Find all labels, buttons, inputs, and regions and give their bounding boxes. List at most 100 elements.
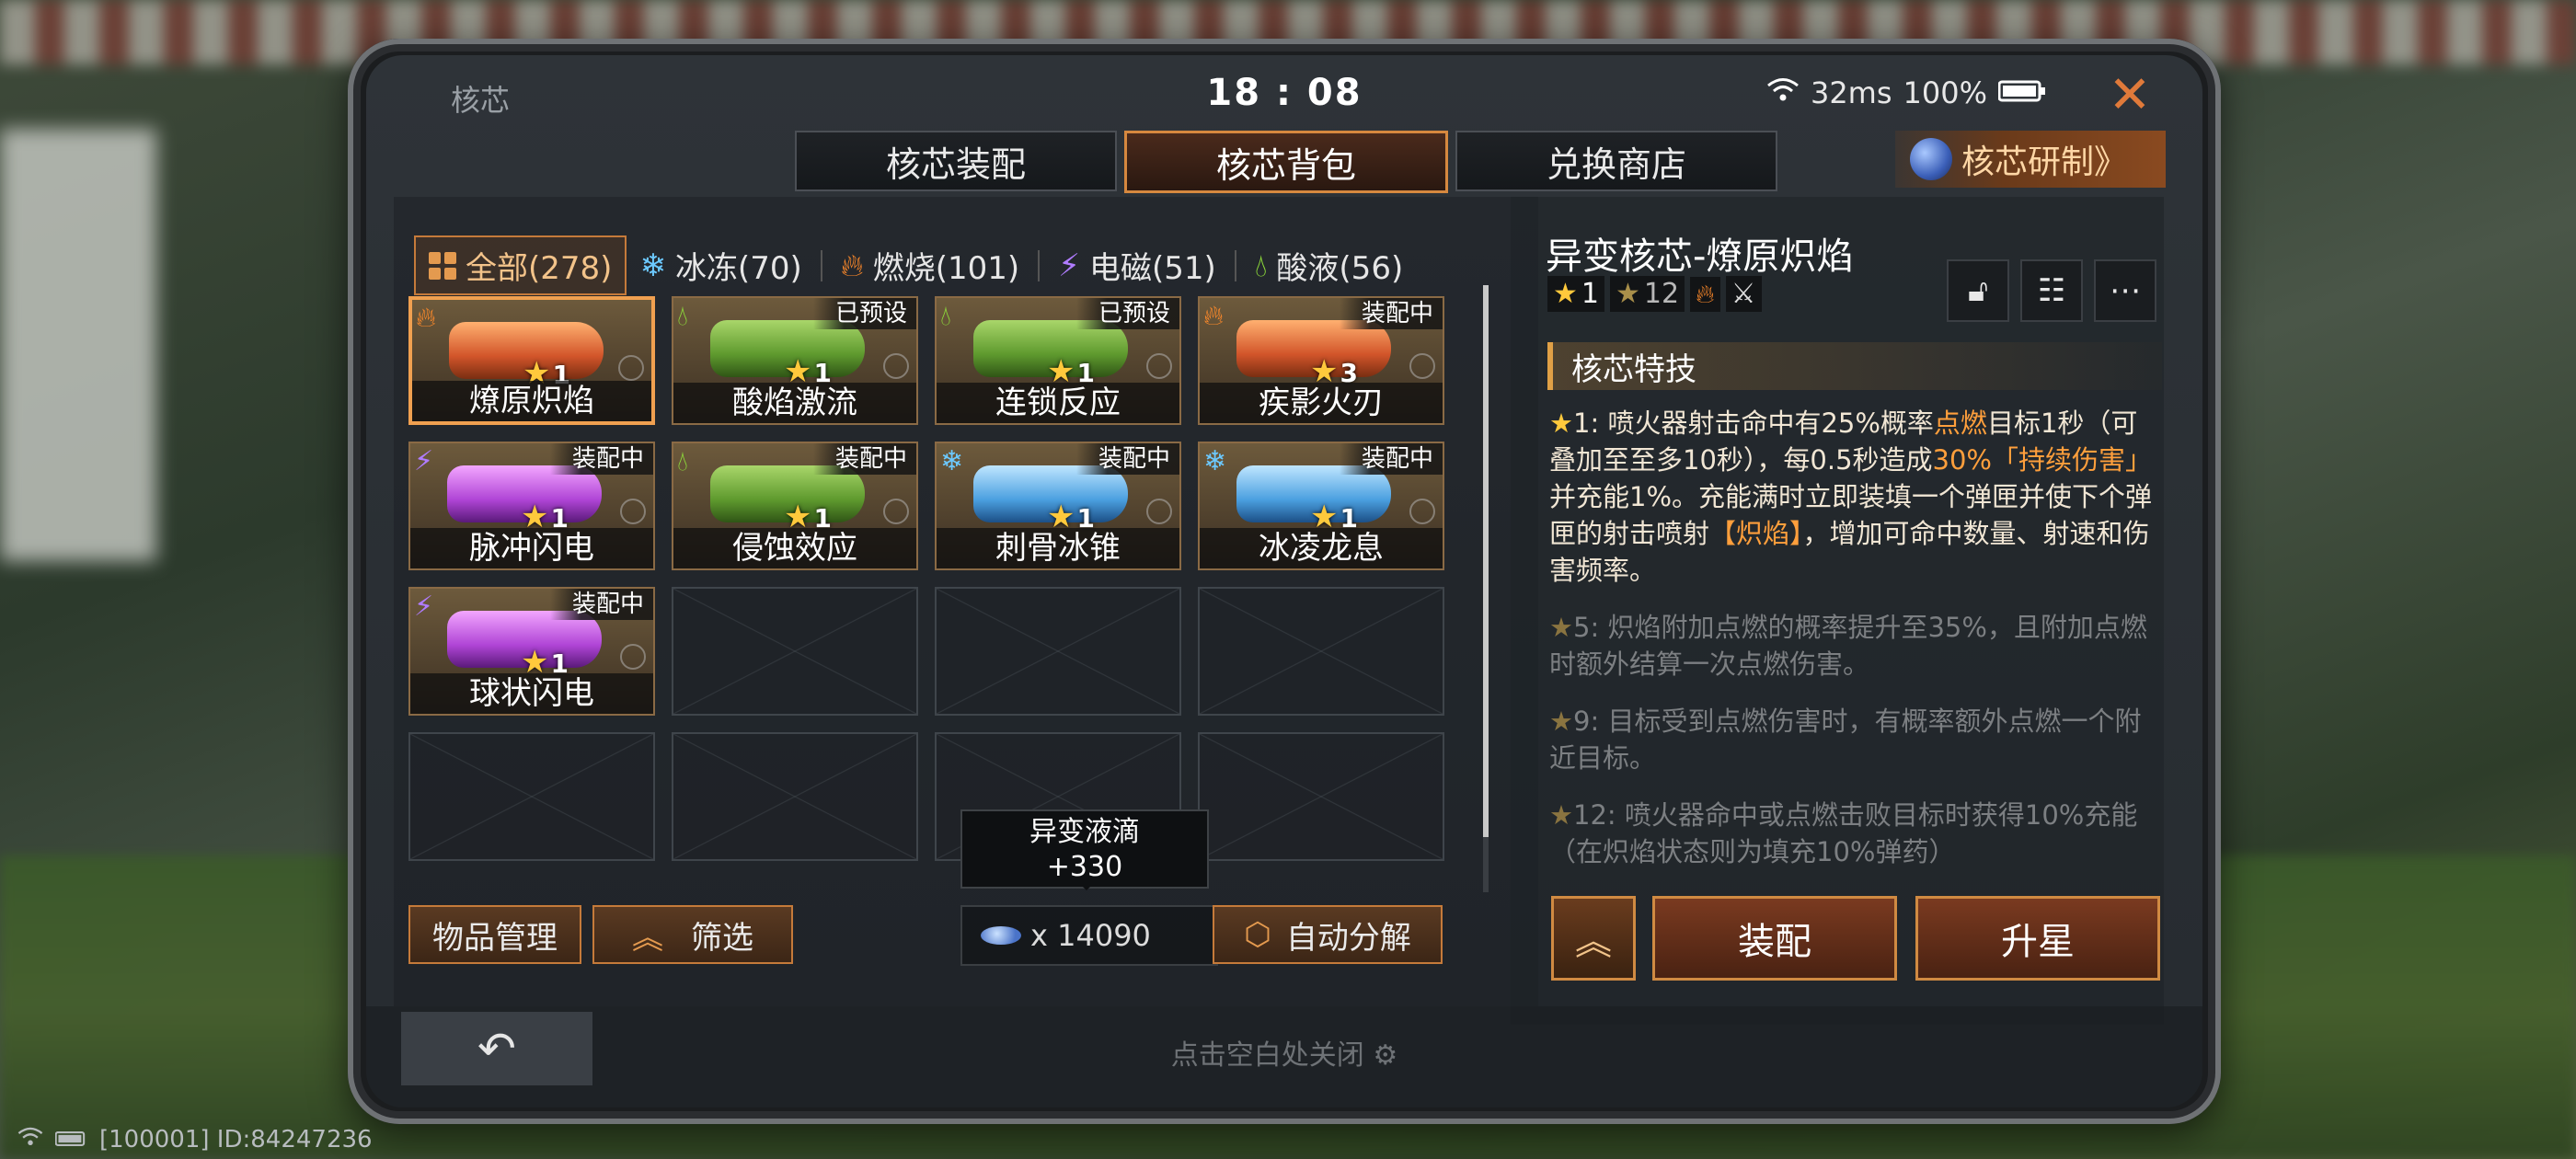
more-icon[interactable]: ⋯ <box>2094 259 2156 322</box>
core-name: 脉冲闪电 <box>410 528 653 568</box>
divider <box>1234 249 1236 281</box>
core-name: 球状闪电 <box>410 673 653 714</box>
grid-icon <box>429 251 456 280</box>
star-icon: ★ <box>1616 278 1640 310</box>
mutation-drop-icon <box>981 926 1021 945</box>
item-manage-button[interactable]: 物品管理 <box>408 905 581 964</box>
skill-section-header: 核芯特技 <box>1547 342 2162 390</box>
tab-core-backpack[interactable]: 核芯背包 <box>1124 131 1448 193</box>
divider <box>1038 249 1041 281</box>
filter-all[interactable]: 全部(278) <box>414 235 627 295</box>
status-badge: 已预设 <box>812 298 916 329</box>
empty-slot <box>1198 587 1444 716</box>
skill-section-title: 核芯特技 <box>1571 350 1696 388</box>
chevron-up-icon: ︽ <box>1575 921 1612 963</box>
core-card-cigu[interactable]: ❄ 装配中 ★1 刺骨冰锥 <box>935 442 1181 570</box>
equip-button[interactable]: 装配 <box>1652 896 1897 981</box>
status-badge: 装配中 <box>1339 298 1443 329</box>
core-card-bingling[interactable]: ❄ 装配中 ★1 冰凌龙息 <box>1198 442 1444 570</box>
filter-electro-label: 电磁(51) <box>1089 250 1216 287</box>
research-orb-icon <box>1910 138 1952 180</box>
filter-ice[interactable]: ❄ 冰冻(70) <box>627 237 814 293</box>
filter-electro[interactable]: ⚡︎ 电磁(51) <box>1045 237 1229 293</box>
lightning-icon: ⚡︎ <box>414 591 434 623</box>
core-card-qiuzhuang[interactable]: ⚡︎ 装配中 ★1 球状闪电 <box>408 587 655 716</box>
wifi-icon <box>17 1126 44 1153</box>
mutation-drop-currency[interactable]: x 14090 <box>960 905 1218 966</box>
battery-percent: 100% <box>1903 75 1987 110</box>
snowflake-icon: ❄ <box>639 247 666 284</box>
empty-slot <box>408 732 655 861</box>
chevron-up-icon: ︽ <box>632 919 663 957</box>
skill-text: 喷火器射击命中有25%概率点燃目标1秒（可叠加至至多10秒），每0.5秒造成30… <box>1549 407 2153 586</box>
upgrade-star-button[interactable]: 升星 <box>1915 896 2160 981</box>
lock-icon <box>1409 353 1435 379</box>
equip-label: 装配 <box>1738 921 1811 963</box>
grid-scrollbar[interactable] <box>1483 285 1489 892</box>
core-card-jiying[interactable]: 🔥︎ 装配中 ★3 疾影火刃 <box>1198 296 1444 425</box>
lock-icon <box>1409 499 1435 524</box>
core-name: 刺骨冰锥 <box>937 528 1179 568</box>
core-research-label: 核芯研制》 <box>1961 143 2128 181</box>
core-research-button[interactable]: 核芯研制》 <box>1895 131 2166 188</box>
core-name: 疾影火刃 <box>1200 383 1443 423</box>
skill-tier-9: ★9: 目标受到点燃伤害时，有概率额外点燃一个附近目标。 <box>1549 706 2142 774</box>
filter-burn[interactable]: 🔥︎ 燃烧(101) <box>828 237 1032 293</box>
max-star: ★ 12 <box>1610 276 1685 312</box>
wifi-icon <box>1766 75 1800 110</box>
core-card-maichong[interactable]: ⚡︎ 装配中 ★1 脉冲闪电 <box>408 442 655 570</box>
system-status-bar: [100001] ID:84247236 <box>17 1126 373 1153</box>
user-id: [100001] ID:84247236 <box>99 1126 373 1153</box>
lock-icon <box>1146 353 1172 379</box>
network-status: 32ms 100% <box>1766 75 2046 110</box>
tooltip-value: +330 <box>1046 851 1123 883</box>
empty-slot <box>672 732 918 861</box>
drop-tooltip: 异变液滴 +330 <box>960 809 1209 890</box>
acid-drop-icon: 💧︎ <box>1254 247 1268 284</box>
skill-list[interactable]: ★1: 喷火器射击命中有25%概率点燃目标1秒（可叠加至至多10秒），每0.5秒… <box>1549 405 2153 927</box>
element-filters: 全部(278) ❄ 冰冻(70) 🔥︎ 燃烧(101) ⚡︎ 电磁(51) 💧︎… <box>414 235 1416 295</box>
tab-exchange-shop[interactable]: 兑换商店 <box>1455 131 1777 191</box>
status-badge: 装配中 <box>812 443 916 475</box>
lightning-icon: ⚡︎ <box>1058 247 1081 284</box>
close-icon[interactable]: ✕ <box>2098 63 2162 127</box>
skill-text: 喷火器命中或点燃击败目标时获得10%充能（在炽焰状态则为填充10%弹药） <box>1549 799 2138 867</box>
unlock-icon[interactable]: 🔓︎ <box>1947 259 2009 322</box>
lock-icon <box>620 644 646 670</box>
lock-icon <box>883 353 909 379</box>
star-icon: ★ <box>1553 278 1578 310</box>
collapse-button[interactable]: ︽ <box>1551 896 1636 981</box>
gear-icon: ⚙ <box>1373 1039 1398 1072</box>
filter-button[interactable]: ︽ 筛选 <box>592 905 793 964</box>
auto-decompose-button[interactable]: ⬡ 自动分解 <box>1213 905 1443 964</box>
lock-icon <box>1146 499 1172 524</box>
lock-icon <box>883 499 909 524</box>
core-card-liansuo[interactable]: 💧︎ 已预设 ★1 连锁反应 <box>935 296 1181 425</box>
acid-drop-icon: 💧︎ <box>940 300 951 332</box>
inspect-icon[interactable]: ☷ <box>2020 259 2083 322</box>
flame-icon: 🔥︎ <box>416 302 437 334</box>
filter-acid-label: 酸液(56) <box>1276 250 1404 287</box>
close-hint[interactable]: 点击空白处关闭 ⚙ <box>366 1032 2202 1073</box>
star-icon: ★ <box>1549 706 1573 737</box>
filter-burn-label: 燃烧(101) <box>872 250 1020 287</box>
core-card-qinshi[interactable]: 💧︎ 装配中 ★1 侵蚀效应 <box>672 442 918 570</box>
status-badge: 已预设 <box>1075 298 1179 329</box>
status-badge: 装配中 <box>1075 443 1179 475</box>
skill-tier-12: ★12: 喷火器命中或点燃击败目标时获得10%充能（在炽焰状态则为填充10%弹药… <box>1549 799 2138 867</box>
empty-slot <box>672 587 918 716</box>
top-tabs: 核芯装配 核芯背包 兑换商店 <box>795 131 1777 193</box>
scrollbar-thumb[interactable] <box>1483 285 1489 837</box>
core-card-suanyan[interactable]: 💧︎ 已预设 ★1 酸焰激流 <box>672 296 918 425</box>
core-name: 燎原炽焰 <box>412 381 651 421</box>
core-card-liaoyuan[interactable]: 🔥︎ ★1 燎原炽焰 <box>408 296 655 425</box>
core-grid: 🔥︎ ★1 燎原炽焰 💧︎ 已预设 ★1 酸焰激流 💧︎ 已预设 ★1 连锁反应… <box>408 296 1444 861</box>
lock-icon <box>618 355 644 381</box>
star-icon: ★ <box>1549 612 1573 643</box>
skill-text: 炽焰附加点燃的概率提升至35%，且附加点燃时额外结算一次点燃伤害。 <box>1549 612 2147 680</box>
tab-core-assembly[interactable]: 核芯装配 <box>795 131 1117 191</box>
filter-ice-label: 冰冻(70) <box>674 250 802 287</box>
filter-acid[interactable]: 💧︎ 酸液(56) <box>1242 237 1416 293</box>
status-badge: 装配中 <box>1339 443 1443 475</box>
item-manage-label: 物品管理 <box>432 919 558 957</box>
